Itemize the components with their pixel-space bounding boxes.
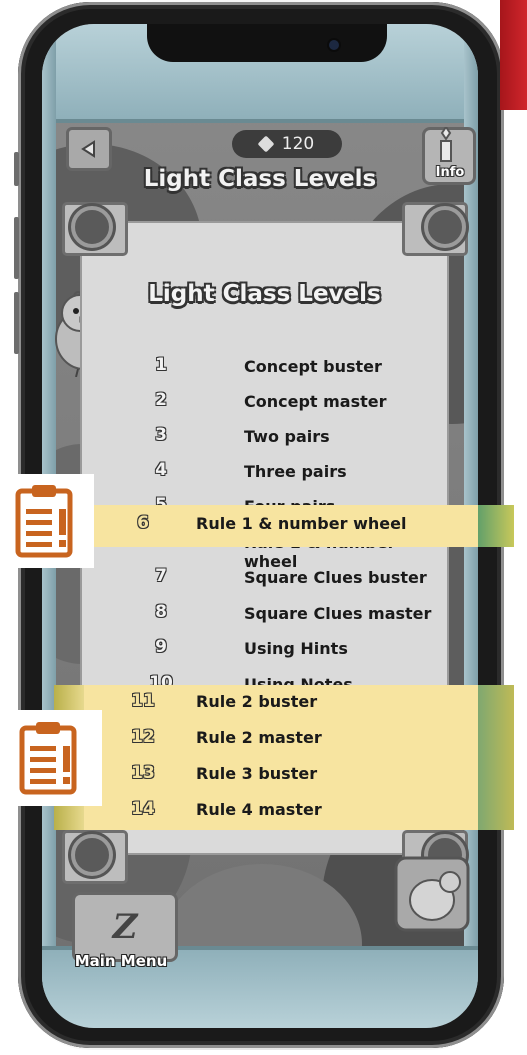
page-title: Light Class Levels — [143, 166, 377, 192]
notch — [147, 24, 387, 62]
level-row[interactable]: 8 Square Clues master — [82, 598, 447, 630]
level-name: Concept buster — [244, 357, 382, 376]
front-camera — [329, 40, 339, 50]
highlighted-level-name: Rule 4 master — [196, 800, 322, 819]
level-number: 4 — [155, 460, 167, 480]
gem-icon — [257, 135, 275, 153]
highlighted-level-name: Rule 3 buster — [196, 764, 318, 783]
highlighted-level-number: 6 — [137, 513, 149, 533]
info-i-icon — [440, 127, 452, 162]
level-number: 1 — [155, 355, 167, 375]
level-row[interactable]: 2 Concept master — [82, 386, 447, 418]
main-menu-button[interactable]: Z Main Menu — [66, 892, 178, 970]
level-row[interactable]: 3 Two pairs — [82, 421, 447, 453]
corner-bolt-tl — [71, 206, 113, 248]
level-number: 9 — [155, 637, 167, 657]
highlighted-level-name: Rule 2 master — [196, 728, 322, 747]
gem-count: 120 — [281, 134, 315, 154]
level-number: 7 — [155, 566, 167, 586]
level-number: 3 — [155, 425, 167, 445]
level-name: Square Clues master — [244, 604, 432, 623]
highlighted-level-name: Rule 1 & number wheel — [196, 514, 407, 533]
level-name: Concept master — [244, 392, 387, 411]
highlight-row-6: 6 Rule 1 & number wheel — [94, 505, 514, 547]
highlight-edge — [478, 505, 514, 547]
main-menu-label: Main Menu — [74, 952, 168, 970]
clipboard-badge-1 — [0, 474, 94, 568]
bird-mascot-right — [394, 856, 470, 932]
highlighted-level-number: 14 — [131, 799, 155, 819]
clipboard-alert-icon — [15, 485, 73, 558]
level-name: Using Hints — [244, 639, 348, 658]
back-button[interactable] — [66, 127, 112, 171]
corner-bolt-tr — [424, 206, 466, 248]
main-menu-logo: Z — [112, 907, 138, 947]
mute-switch — [14, 152, 19, 186]
panel-title: Light Class Levels — [148, 281, 381, 307]
highlight-rows-11-14: 11 Rule 2 buster 12 Rule 2 master 13 Rule 3 b… — [54, 685, 514, 830]
red-corner-tag — [500, 0, 527, 110]
highlighted-level-number: 13 — [131, 763, 155, 783]
gem-counter: 120 — [232, 130, 342, 158]
level-row[interactable]: 1 Concept buster — [82, 351, 447, 383]
level-name: Three pairs — [244, 462, 347, 481]
level-row[interactable]: 9 Using Hints — [82, 633, 447, 665]
volume-down-button — [14, 292, 19, 354]
back-triangle-icon — [81, 140, 95, 158]
level-name: Square Clues buster — [244, 568, 427, 587]
clipboard-badge-2 — [0, 710, 102, 806]
level-row[interactable]: 7 Square Clues buster — [82, 562, 447, 594]
level-name: Two pairs — [244, 427, 330, 446]
clipboard-alert-icon — [19, 722, 77, 795]
highlighted-level-name: Rule 2 buster — [196, 692, 318, 711]
level-number: 8 — [155, 602, 167, 622]
level-number: 2 — [155, 390, 167, 410]
corner-bolt-bl — [71, 834, 113, 876]
highlighted-level-number: 12 — [131, 727, 155, 747]
highlighted-level-number: 11 — [131, 691, 155, 711]
volume-up-button — [14, 217, 19, 279]
level-row[interactable]: 4 Three pairs — [82, 456, 447, 488]
